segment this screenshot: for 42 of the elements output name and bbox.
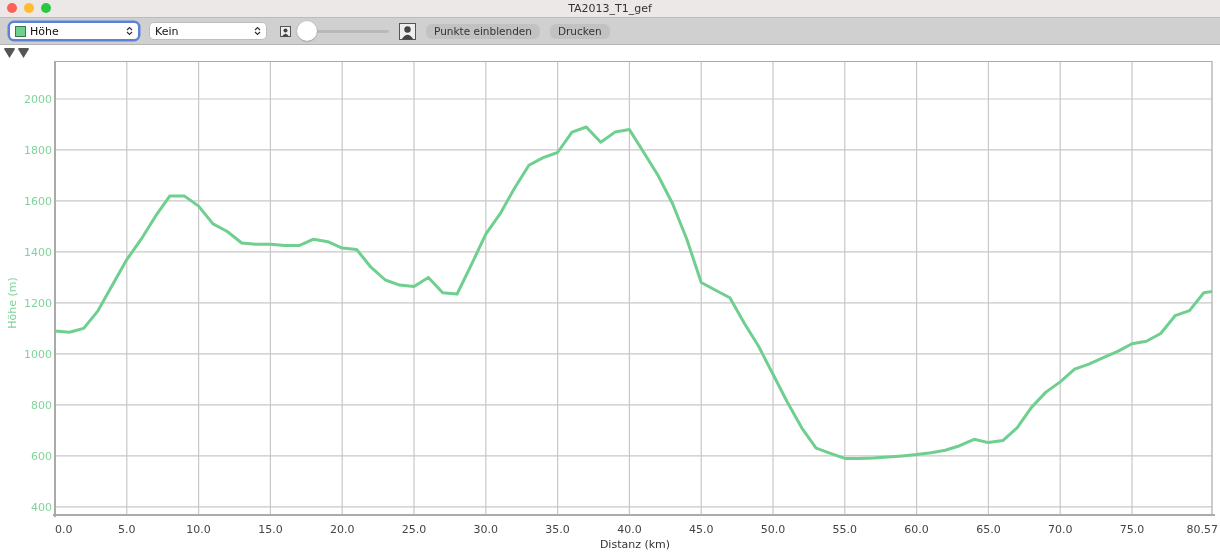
chevron-icon	[254, 26, 261, 36]
x-tick-label: 45.0	[688, 523, 714, 536]
x-tick-label: 65.0	[976, 523, 1001, 536]
window-title: TA2013_T1_gef	[568, 2, 652, 15]
y-axis-title: Höhe (m)	[6, 277, 19, 329]
x-axis-title: Distanz (km)	[599, 538, 671, 551]
x-tick-label: 0.0	[55, 523, 73, 536]
series-select[interactable]: Höhe	[10, 23, 138, 39]
x-tick-label: 55.0	[832, 523, 858, 536]
large-person-icon	[399, 22, 416, 40]
y-tick-label: 1400	[24, 245, 52, 259]
y-tick-label: 1800	[24, 143, 52, 157]
x-tick-label: 35.0	[545, 523, 570, 536]
x-tick-label: 25.0	[401, 523, 427, 536]
smoothing-select[interactable]: Kein	[150, 23, 266, 39]
toolbar-button[interactable]: Drucken	[549, 23, 610, 39]
x-tick-label: 50.0	[760, 523, 786, 536]
x-tick-label: 70.0	[1047, 523, 1073, 536]
toolbar-button[interactable]: Punkte einblenden	[426, 23, 540, 39]
x-tick-label: 20.0	[329, 523, 355, 536]
x-tick-label: 5.0	[118, 523, 136, 536]
x-tick-label: 75.0	[1119, 523, 1145, 536]
x-tick-label: 40.0	[617, 523, 642, 536]
x-tick-label: 30.0	[473, 523, 499, 536]
x-tick-label: 60.0	[904, 523, 929, 536]
y-tick-label: 1200	[24, 296, 52, 310]
x-tick-label: 15.0	[258, 523, 283, 536]
small-person-icon	[280, 25, 291, 37]
y-tick-label: 800	[31, 398, 52, 412]
x-tick-label: 80.57	[1186, 523, 1218, 536]
y-tick-label: 1600	[24, 194, 52, 208]
y-tick-label: 1000	[24, 347, 52, 361]
minimize-button[interactable]	[24, 3, 34, 13]
zoom-button[interactable]	[41, 3, 51, 13]
chevron-icon	[126, 26, 133, 36]
close-button[interactable]	[7, 3, 17, 13]
y-tick-label: 400	[31, 500, 52, 514]
y-tick-label: 600	[31, 449, 52, 463]
triangle-icon[interactable]	[4, 48, 15, 58]
y-tick-label: 2000	[24, 93, 52, 106]
triangle-icon[interactable]	[18, 48, 29, 58]
x-tick-label: 10.0	[186, 523, 211, 536]
